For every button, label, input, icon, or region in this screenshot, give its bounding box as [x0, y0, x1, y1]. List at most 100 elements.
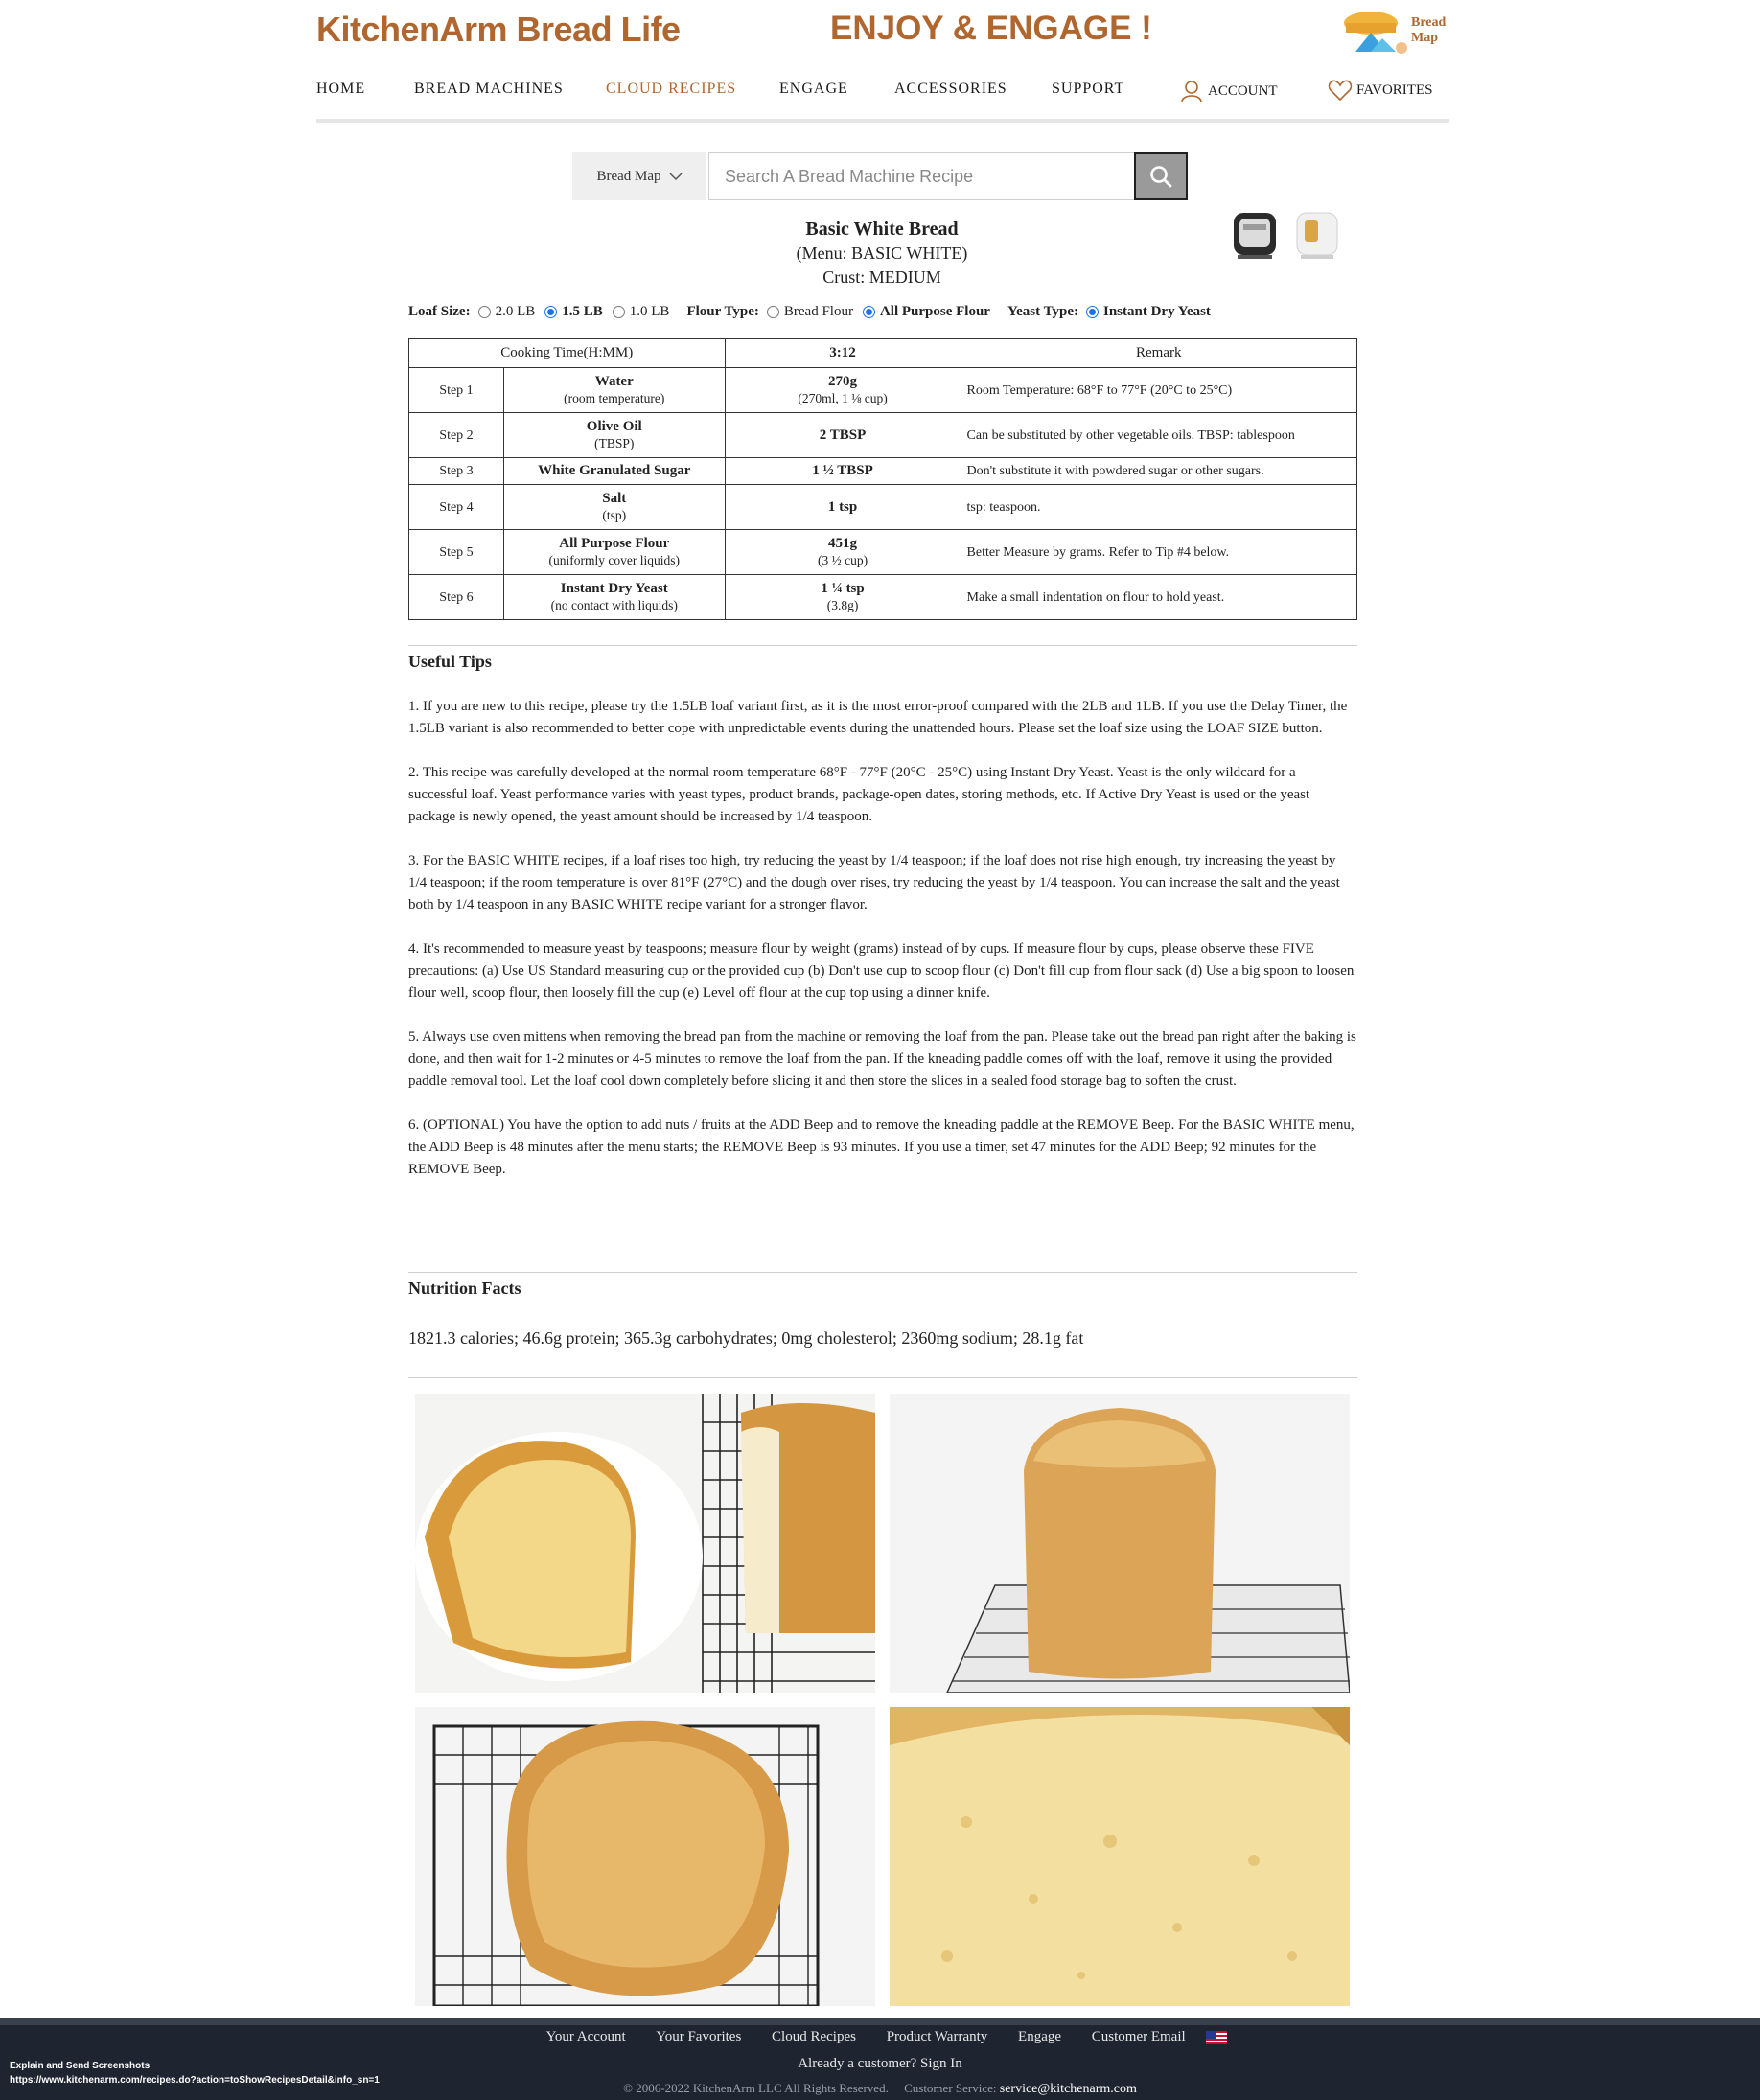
bread-map-badge[interactable]: Bread Map	[1342, 6, 1452, 59]
radio-button-selected[interactable]	[1085, 305, 1099, 318]
chevron-down-icon	[669, 173, 683, 181]
amount-value: 2 TBSP	[819, 427, 867, 443]
nav-bread-machines[interactable]: BREAD MACHINES	[414, 81, 564, 98]
amount-cell: 1 tsp	[724, 484, 961, 530]
step-label: Step 6	[408, 574, 504, 620]
ingredient-name: Olive Oil	[586, 419, 642, 434]
search-button[interactable]	[1134, 152, 1188, 200]
nav-support[interactable]: SUPPORT	[1052, 81, 1124, 98]
bread-slices-photo	[415, 1394, 875, 1693]
nav-cloud-recipes[interactable]: CLOUD RECIPES	[606, 81, 736, 98]
nav-favorites-label: FAVORITES	[1356, 81, 1433, 98]
divider	[408, 1377, 1357, 1378]
amount-value: 1 tsp	[827, 498, 858, 515]
flour-option-all-purpose[interactable]: All Purpose Flour	[862, 303, 990, 320]
bread-crumb-closeup-photo	[890, 1707, 1350, 2006]
table-header-row: Cooking Time(H:MM) 3:12 Remark	[408, 338, 1358, 368]
ingredient-name: White Granulated Sugar	[538, 463, 691, 478]
nav-favorites[interactable]: FAVORITES	[1328, 79, 1432, 102]
table-row: Step 1 Water (room temperature) 270g (270m…	[408, 367, 1358, 413]
footer-link-customer-email[interactable]: Customer Email	[1092, 2029, 1186, 2044]
step-label: Step 1	[408, 367, 504, 413]
amount-note: (270ml, 1 ⅛ cup)	[798, 391, 888, 405]
search-icon	[1150, 166, 1172, 188]
screenshot-tool-title: Explain and Send Screenshots	[10, 2061, 151, 2071]
nutrition-facts-text: 1821.3 calories; 46.6g protein; 365.3g c…	[408, 1328, 1084, 1348]
ingredient-cell: Olive Oil (TBSP)	[503, 412, 726, 458]
bread-map-icon	[1344, 12, 1407, 54]
nav-home[interactable]: HOME	[316, 81, 365, 98]
radio-button[interactable]	[612, 305, 625, 318]
bread-map-select[interactable]: Bread Map	[572, 152, 706, 200]
nutrition-facts-heading: Nutrition Facts	[408, 1279, 521, 1298]
ingredient-name: Water	[594, 374, 634, 389]
search-input[interactable]	[708, 152, 1134, 200]
amount-value: 1 ½ TBSP	[812, 463, 873, 478]
ingredient-note: (uniformly cover liquids)	[548, 553, 680, 567]
ingredient-cell: Salt (tsp)	[503, 484, 726, 530]
tip-item: 1. If you are new to this recipe, please…	[408, 699, 1348, 736]
radio-button-selected[interactable]	[862, 305, 875, 318]
user-icon	[1181, 81, 1202, 103]
amount-value: 1 ¼ tsp	[821, 581, 865, 596]
loaf-option-2lb[interactable]: 2.0 LB	[477, 303, 536, 320]
remark-cell: Can be substituted by other vegetable oi…	[960, 412, 1358, 458]
nav-engage[interactable]: ENGAGE	[779, 81, 848, 98]
tip-item: 6. (OPTIONAL) You have the option to add…	[408, 1118, 1355, 1177]
bread-machine-black-thumbnail[interactable]	[1230, 207, 1280, 263]
table-row: Step 3 White Granulated Sugar 1 ½ TBSP D…	[408, 457, 1358, 485]
amount-cell: 1 ¼ tsp (3.8g)	[724, 574, 961, 620]
header-remark: Remark	[960, 338, 1358, 368]
loaf-option-1-5lb[interactable]: 1.5 LB	[544, 304, 603, 320]
nav-accessories[interactable]: ACCESSORIES	[894, 81, 1007, 98]
nav-account[interactable]: ACCOUNT	[1179, 79, 1278, 104]
useful-tips-heading: Useful Tips	[408, 652, 492, 671]
site-footer: Your Account Your Favorites Cloud Recipe…	[0, 2018, 1760, 2100]
flour-option-label: All Purpose Flour	[879, 303, 990, 319]
loaf-option-label: 2.0 LB	[495, 303, 536, 319]
nav-account-label: ACCOUNT	[1208, 82, 1278, 99]
recipe-steps-table: Cooking Time(H:MM) 3:12 Remark Step 1 Wa…	[408, 338, 1358, 620]
tip-item: 3. For the BASIC WHITE recipes, if a loa…	[408, 853, 1340, 912]
footer-link-cloud-recipes[interactable]: Cloud Recipes	[772, 2029, 856, 2044]
divider	[408, 1272, 1357, 1273]
remark-cell: Better Measure by grams. Refer to Tip #4…	[960, 529, 1358, 575]
table-row: Step 5 All Purpose Flour (uniformly cover…	[408, 529, 1358, 575]
customer-service-email[interactable]: service@kitchenarm.com	[1000, 2082, 1137, 2096]
footer-texture	[0, 2018, 1760, 2025]
amount-note: (3 ½ cup)	[817, 553, 868, 567]
ingredient-note: (room temperature)	[564, 391, 665, 405]
loaf-option-1lb[interactable]: 1.0 LB	[612, 304, 669, 320]
recipe-crust: Crust: MEDIUM	[822, 267, 941, 287]
ingredient-cell: Water (room temperature)	[503, 367, 726, 413]
heart-icon	[1328, 80, 1353, 102]
footer-link-favorites[interactable]: Your Favorites	[656, 2029, 741, 2044]
footer-link-account[interactable]: Your Account	[546, 2029, 626, 2044]
radio-button-selected[interactable]	[544, 305, 558, 318]
bread-machine-white-thumbnail[interactable]	[1291, 207, 1341, 263]
footer-links: Your Account Your Favorites Cloud Recipe…	[0, 2029, 1760, 2045]
ingredient-note: (TBSP)	[594, 436, 635, 450]
yeast-option-instant-dry[interactable]: Instant Dry Yeast	[1085, 304, 1211, 320]
ingredient-cell: All Purpose Flour (uniformly cover liquid…	[503, 529, 726, 575]
remark-cell: tsp: teaspoon.	[960, 484, 1358, 530]
footer-link-warranty[interactable]: Product Warranty	[887, 2029, 988, 2044]
flour-option-bread[interactable]: Bread Flour	[766, 304, 853, 320]
recipe-title: Basic White Bread	[805, 219, 959, 240]
footer-signin-link[interactable]: Already a customer? Sign In	[0, 2056, 1760, 2072]
site-logo[interactable]: KitchenArm Bread Life	[316, 10, 681, 50]
yeast-type-label: Yeast Type:	[1007, 303, 1078, 319]
ingredient-note: (no contact with liquids)	[550, 598, 678, 612]
remark-cell: Make a small indentation on flour to hol…	[960, 574, 1358, 620]
tip-item: 5. Always use oven mittens when removing…	[408, 1029, 1356, 1089]
bread-map-badge-label: Bread Map	[1411, 15, 1447, 45]
radio-button[interactable]	[766, 305, 779, 318]
footer-link-engage[interactable]: Engage	[1018, 2029, 1061, 2044]
loaf-option-label: 1.5 LB	[562, 303, 603, 319]
ingredient-name: Instant Dry Yeast	[560, 581, 668, 596]
radio-button[interactable]	[477, 305, 491, 318]
recipe-options: Loaf Size: 2.0 LB 1.5 LB 1.0 LB Flour Ty…	[408, 300, 1228, 323]
header-divider	[316, 119, 1449, 123]
us-flag-icon[interactable]	[1206, 2030, 1228, 2044]
site-slogan: ENJOY & ENGAGE !	[830, 10, 1152, 47]
